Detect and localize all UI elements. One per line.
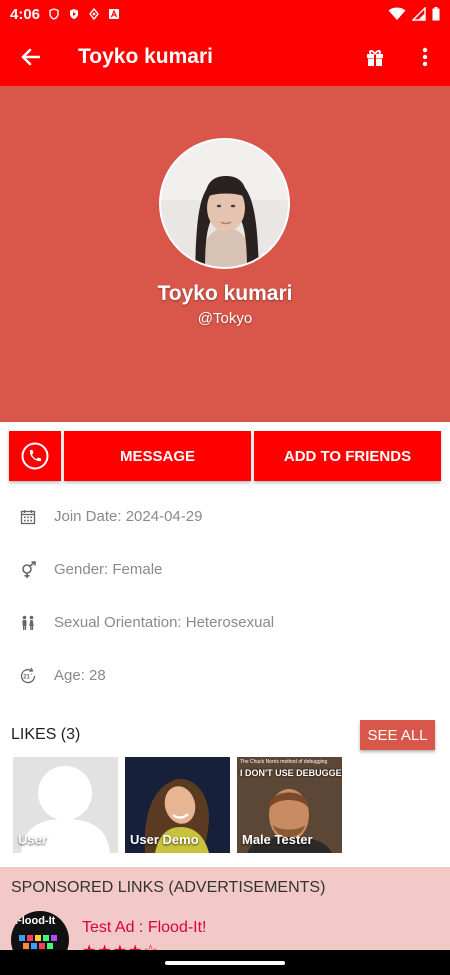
profile-screen: 4:06 Toyko kumari Toyko kumari @Tokyo ME… (0, 0, 450, 975)
like-label: Male Tester (242, 832, 313, 847)
profile-actions: MESSAGE ADD TO FRIENDS (9, 431, 441, 481)
location-icon (89, 8, 99, 20)
avatar-photo (161, 140, 288, 267)
signal-icon (412, 7, 426, 21)
meme-caption-main: I DON'T USE DEBUGGERS (240, 768, 342, 778)
likes-header: LIKES (3) SEE ALL (0, 718, 450, 752)
gender-text: Gender: Female (54, 561, 163, 578)
profile-handle: @Tokyo (197, 310, 253, 327)
info-row-age: 21 + Age: 28 (0, 649, 450, 702)
age-21-icon: 21+ (20, 667, 36, 683)
profile-header: Toyko kumari @Tokyo (0, 86, 450, 422)
page-title: Toyko kumari (78, 45, 213, 68)
like-card-user[interactable]: User (13, 757, 118, 853)
phone-icon (21, 442, 49, 470)
like-card-user-demo[interactable]: User Demo (125, 757, 230, 853)
svg-text:+: + (30, 671, 33, 676)
meme-caption-top: The Chuck Norris method of debugging (240, 759, 328, 765)
sponsored-title: SPONSORED LINKS (ADVERTISEMENTS) (11, 879, 326, 896)
join-date-text: Join Date: 2024-04-29 (54, 508, 203, 525)
app-bar: Toyko kumari (0, 28, 450, 86)
notification-icons (48, 8, 120, 20)
see-all-button[interactable]: SEE ALL (360, 720, 435, 750)
avatar[interactable] (159, 138, 290, 269)
call-button[interactable] (9, 431, 61, 481)
battery-icon (432, 7, 440, 21)
overflow-menu-button[interactable] (400, 28, 450, 86)
info-row-orientation: Sexual Orientation: Heterosexual (0, 596, 450, 649)
status-bar: 4:06 (0, 0, 450, 28)
home-gesture-handle[interactable] (165, 961, 285, 965)
more-vert-icon (422, 47, 428, 67)
calendar-icon (20, 509, 36, 524)
status-right (388, 7, 440, 21)
gender-icon (22, 560, 36, 578)
shield-icon (49, 8, 59, 20)
system-nav-bar (0, 950, 450, 975)
arrow-back-icon (21, 48, 40, 66)
play-protect-icon (70, 9, 79, 19)
back-button[interactable] (0, 28, 60, 86)
info-row-gender: Gender: Female (0, 543, 450, 596)
like-label: User Demo (130, 832, 199, 847)
profile-name: Toyko kumari (157, 282, 293, 305)
like-label: User (18, 832, 47, 847)
info-row-join-date: Join Date: 2024-04-29 (0, 490, 450, 543)
ad-title[interactable]: Test Ad : Flood-It! (82, 919, 207, 937)
likes-title: LIKES (3) (11, 726, 81, 743)
status-time: 4:06 (10, 5, 41, 23)
likes-list: User User Demo The Chuck Norris method o… (13, 757, 342, 853)
like-card-male-tester[interactable]: The Chuck Norris method of debugging I D… (237, 757, 342, 853)
add-to-friends-button[interactable]: ADD TO FRIENDS (254, 431, 441, 481)
gift-icon (367, 50, 383, 66)
wifi-icon (388, 7, 406, 20)
message-button[interactable]: MESSAGE (64, 431, 251, 481)
app-a-icon (109, 9, 120, 19)
gift-button[interactable] (350, 28, 400, 86)
orientation-text: Sexual Orientation: Heterosexual (54, 614, 275, 631)
profile-info-list: Join Date: 2024-04-29 Gender: Female Sex… (0, 490, 450, 702)
age-text: Age: 28 (54, 667, 106, 684)
couple-icon (22, 615, 34, 630)
